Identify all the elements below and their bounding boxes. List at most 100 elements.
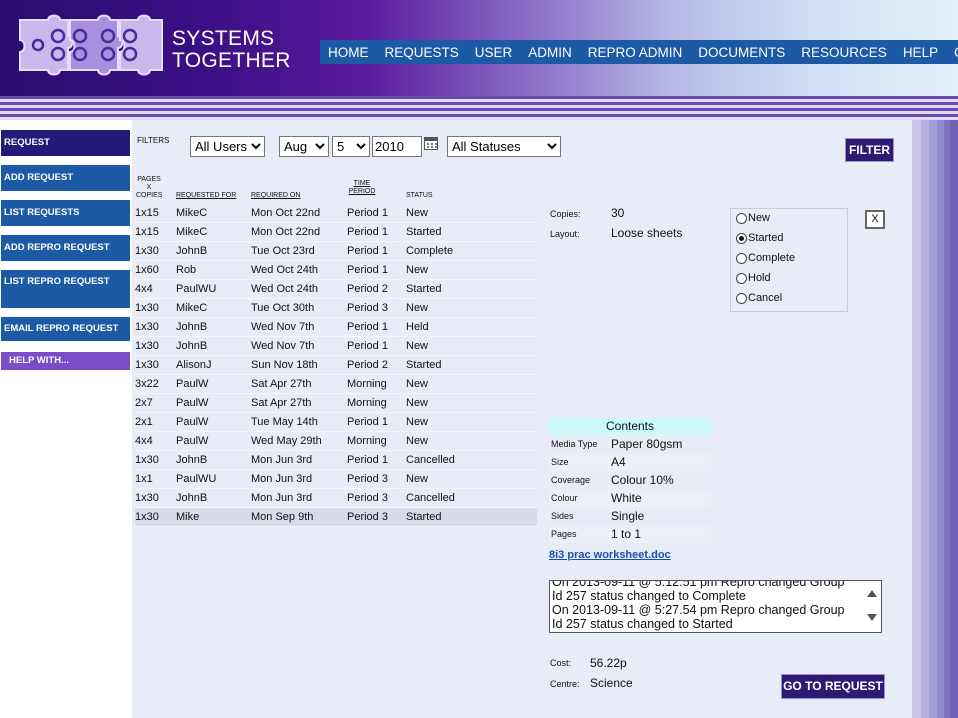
year-input[interactable] (372, 136, 422, 157)
day-select[interactable]: 5 (332, 136, 370, 157)
radio-cancel[interactable] (736, 292, 747, 304)
cell-time-period: Period 1 (347, 222, 406, 242)
layout-value: Loose sheets (611, 226, 683, 240)
cell-time-period: Period 1 (347, 241, 406, 261)
cell-pages-copies: 1x30 (135, 317, 176, 337)
table-row[interactable]: 1x30 MikeC Tue Oct 30th Period 3 New (135, 298, 537, 318)
column-requested-for[interactable]: REQUESTED FOR (176, 192, 236, 200)
cell-time-period: Period 1 (347, 336, 406, 356)
scroll-up-icon[interactable] (867, 590, 877, 597)
table-row[interactable]: 1x30 JohnB Mon Jun 3rd Period 1 Cancelled (135, 450, 537, 470)
cell-status: New (406, 204, 537, 223)
nav-documents[interactable]: DOCUMENTS (690, 45, 793, 60)
sidebar-item-add-repro-request[interactable]: ADD REPRO REQUEST (1, 235, 130, 261)
sidebar-item-help-with[interactable]: HELP WITH... (1, 352, 130, 370)
nav-admin[interactable]: ADMIN (520, 45, 580, 60)
cell-pages-copies: 3x22 (135, 374, 176, 394)
table-row[interactable]: 1x15 MikeC Mon Oct 22nd Period 1 New (135, 204, 537, 223)
radio-started[interactable] (736, 232, 747, 244)
cost-label: Cost: (550, 658, 572, 668)
cell-status: Cancelled (406, 450, 537, 470)
users-filter-select[interactable]: All Users (190, 136, 265, 157)
status-radio-hold[interactable]: Hold (736, 272, 771, 284)
table-row[interactable]: 3x22 PaulW Sat Apr 27th Morning New (135, 374, 537, 394)
table-row[interactable]: 1x30 JohnB Wed Nov 7th Period 1 New (135, 336, 537, 356)
table-row[interactable]: 4x4 PaulWU Wed Oct 24th Period 2 Started (135, 279, 537, 299)
nav-home[interactable]: HOME (320, 45, 377, 60)
table-row[interactable]: 1x1 PaulWU Mon Jun 3rd Period 3 New (135, 469, 537, 489)
document-link[interactable]: 8i3 prac worksheet.doc (549, 549, 671, 561)
go-to-request-button[interactable]: GO TO REQUEST (781, 674, 885, 699)
table-row[interactable]: 1x15 MikeC Mon Oct 22nd Period 1 Started (135, 222, 537, 242)
cell-requested-for: PaulWU (176, 469, 251, 489)
nav-user[interactable]: USER (467, 45, 521, 60)
sidebar-item-request[interactable]: REQUEST (1, 130, 130, 156)
radio-hold[interactable] (736, 272, 747, 284)
cell-status: Started (406, 279, 537, 299)
radio-complete[interactable] (736, 252, 747, 264)
sidebar-item-list-requests[interactable]: LIST REQUESTS (1, 200, 130, 226)
table-row[interactable]: 1x30 JohnB Wed Nov 7th Period 1 Held (135, 317, 537, 337)
cell-requested-for: JohnB (176, 488, 251, 508)
status-radio-started[interactable]: Started (736, 232, 783, 244)
status-radio-new[interactable]: New (736, 212, 770, 224)
cell-pages-copies: 1x1 (135, 469, 176, 489)
cell-status: Cancelled (406, 488, 537, 508)
calendar-icon[interactable] (424, 137, 438, 150)
sidebar-item-list-repro-request[interactable]: LIST REPRO REQUEST (1, 270, 130, 308)
cell-pages-copies: 1x30 (135, 298, 176, 318)
content-row-size: Size A4 (549, 454, 711, 471)
cell-status: New (406, 298, 537, 318)
cell-pages-copies: 1x60 (135, 260, 176, 280)
sidebar-item-email-repro-request[interactable]: EMAIL REPRO REQUEST (1, 317, 130, 341)
table-row[interactable]: 1x30 JohnB Mon Jun 3rd Period 3 Cancelled (135, 488, 537, 508)
cell-time-period: Period 3 (347, 507, 406, 527)
nav-resources[interactable]: RESOURCES (793, 45, 895, 60)
cell-time-period: Period 3 (347, 469, 406, 489)
month-select[interactable]: Aug (279, 136, 329, 157)
table-row[interactable]: 1x30 AlisonJ Sun Nov 18th Period 2 Started (135, 355, 537, 375)
column-pages-copies[interactable]: PAGES X COPIES (136, 176, 162, 200)
status-radio-cancel[interactable]: Cancel (736, 292, 782, 304)
status-filter-select[interactable]: All Statuses (447, 136, 561, 157)
column-required-on[interactable]: REQUIRED ON (251, 192, 300, 200)
filter-button[interactable]: FILTER (845, 138, 894, 162)
sidebar-item-add-request[interactable]: ADD REQUEST (1, 165, 130, 191)
content-row-media-type: Media Type Paper 80gsm (551, 437, 683, 451)
status-radio-complete[interactable]: Complete (736, 252, 795, 264)
nav-repro-admin[interactable]: REPRO ADMIN (580, 45, 691, 60)
column-status[interactable]: STATUS (406, 192, 433, 200)
cell-required-on: Sat Apr 27th (251, 374, 347, 394)
column-time-period[interactable]: TIME PERIOD (347, 180, 377, 196)
cell-pages-copies: 4x4 (135, 279, 176, 299)
cell-required-on: Wed May 29th (251, 431, 347, 451)
table-row[interactable]: 1x30 Mike Mon Sep 9th Period 3 Started (135, 507, 537, 527)
cell-required-on: Wed Nov 7th (251, 317, 347, 337)
cell-status: Complete (406, 241, 537, 261)
cell-status: New (406, 431, 537, 451)
log-line-1: On 2013-09-11 @ 5:12:51 pm Repro changed… (552, 580, 845, 589)
table-row[interactable]: 2x1 PaulW Tue May 14th Period 1 New (135, 412, 537, 432)
status-log-textarea[interactable]: On 2013-09-11 @ 5:12:51 pm Repro changed… (549, 580, 882, 633)
cell-pages-copies: 1x30 (135, 488, 176, 508)
nav-other[interactable]: OTHER (946, 45, 958, 60)
cell-time-period: Period 3 (347, 488, 406, 508)
nav-help[interactable]: HELP (895, 45, 946, 60)
table-row[interactable]: 4x4 PaulW Wed May 29th Morning New (135, 431, 537, 451)
cell-required-on: Wed Oct 24th (251, 260, 347, 280)
close-button[interactable]: X (865, 210, 885, 229)
radio-new[interactable] (736, 212, 747, 224)
log-scrollbar[interactable] (864, 581, 881, 632)
cell-status: Started (406, 507, 537, 527)
brand-name: SYSTEMS TOGETHER (172, 28, 291, 72)
nav-requests[interactable]: REQUESTS (377, 45, 467, 60)
cell-required-on: Wed Nov 7th (251, 336, 347, 356)
cell-time-period: Period 1 (347, 450, 406, 470)
scroll-down-icon[interactable] (867, 614, 877, 621)
cell-time-period: Period 1 (347, 412, 406, 432)
table-row[interactable]: 1x30 JohnB Tue Oct 23rd Period 1 Complete (135, 241, 537, 261)
table-row[interactable]: 1x60 Rob Wed Oct 24th Period 1 New (135, 260, 537, 280)
cell-pages-copies: 1x30 (135, 450, 176, 470)
table-row[interactable]: 2x7 PaulW Sat Apr 27th Morning New (135, 393, 537, 413)
cell-requested-for: MikeC (176, 298, 251, 318)
